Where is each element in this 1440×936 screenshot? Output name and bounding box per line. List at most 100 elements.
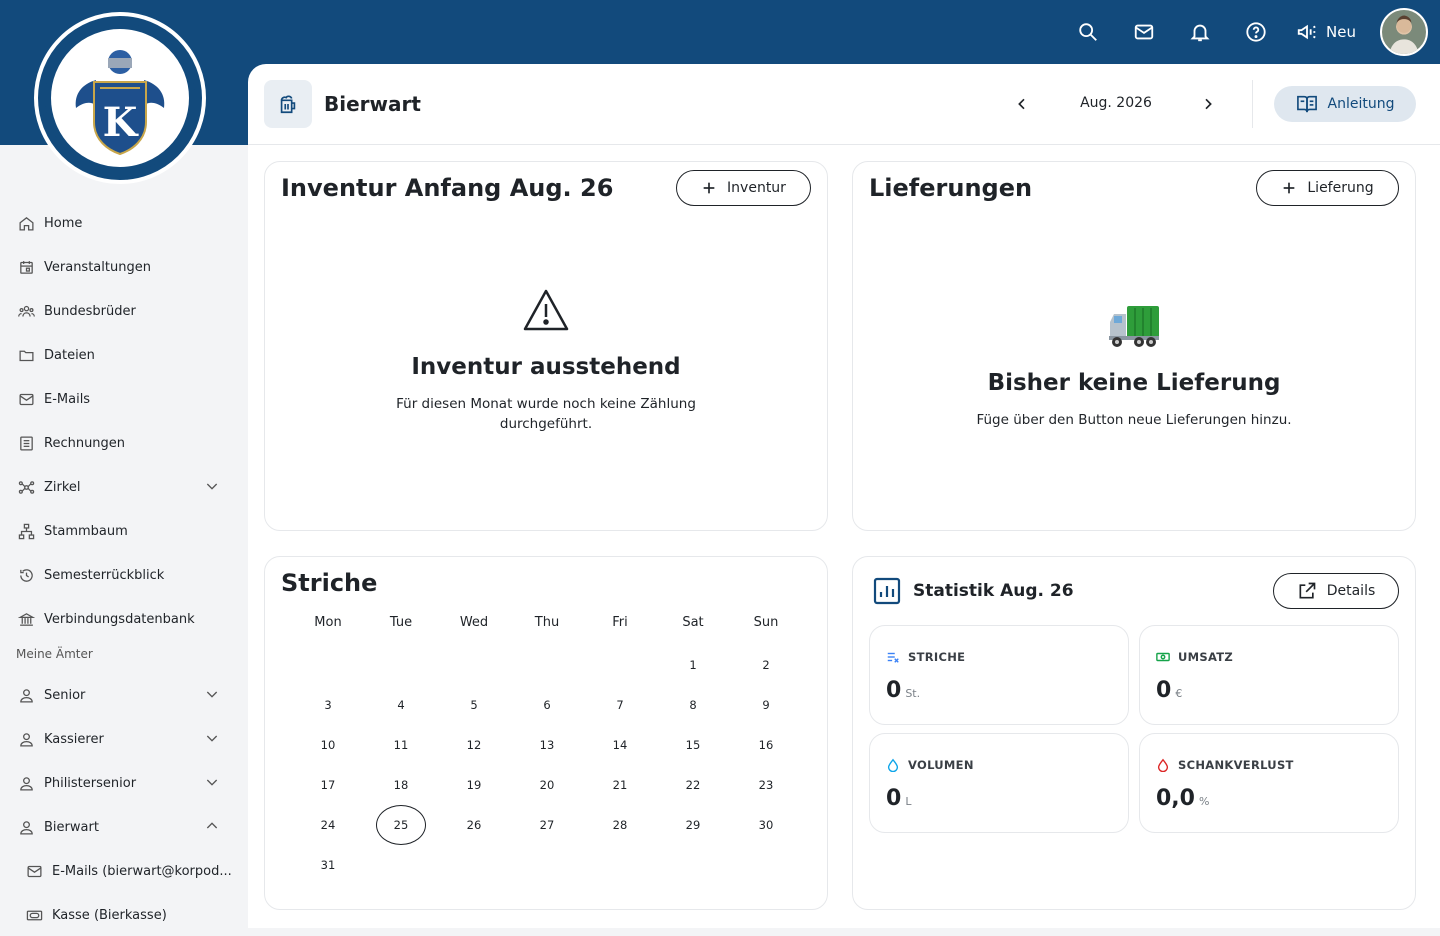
calendar-day[interactable]: 4 — [376, 685, 426, 725]
sidebar-subitem-kasse[interactable]: Kasse (Bierkasse) — [0, 893, 248, 936]
stat-number: 0,0 — [1156, 786, 1195, 811]
stat-card-schankverlust: SCHANKVERLUST 0,0% — [1139, 733, 1399, 833]
calendar-day[interactable]: 31 — [303, 845, 353, 885]
calendar-day[interactable]: 1 — [668, 645, 718, 685]
chevron-down-icon[interactable] — [204, 686, 220, 702]
inventur-empty-text-2: durchgeführt. — [499, 416, 593, 432]
sidebar-item-zirkel[interactable]: Zirkel — [0, 465, 248, 509]
calendar-day[interactable]: 27 — [522, 805, 572, 845]
plus-icon — [1284, 182, 1295, 194]
sidebar-item-label: Semesterrückblick — [44, 567, 165, 583]
tree-icon — [16, 521, 36, 541]
sidebar-item-rechnungen[interactable]: Rechnungen — [0, 421, 248, 465]
chevron-down-icon[interactable] — [204, 478, 220, 494]
calendar-day[interactable]: 3 — [303, 685, 353, 725]
stat-label: SCHANKVERLUST — [1156, 758, 1294, 772]
chevron-down-icon[interactable] — [204, 774, 220, 790]
news-label: Neu — [1326, 23, 1356, 41]
stat-card-umsatz: UMSATZ 0 € — [1139, 625, 1399, 725]
calendar-day[interactable]: 15 — [668, 725, 718, 765]
lieferungen-empty-title: Bisher keine Lieferung — [987, 370, 1281, 396]
droplet-icon — [1157, 758, 1169, 772]
sidebar-item-kassierer[interactable]: Kassierer — [0, 717, 248, 761]
anleitung-label: Anleitung — [1327, 96, 1395, 112]
sidebar-item-label: Rechnungen — [44, 435, 126, 451]
sidebar-item-philistersenior[interactable]: Philistersenior — [0, 761, 248, 805]
bell-icon[interactable] — [1172, 0, 1228, 64]
calendar-day[interactable]: 8 — [668, 685, 718, 725]
calendar-day[interactable]: 30 — [741, 805, 791, 845]
money-icon — [1156, 652, 1170, 662]
stat-number: 0 — [886, 678, 902, 703]
user-icon — [16, 817, 36, 837]
calendar-day[interactable]: 6 — [522, 685, 572, 725]
calendar-day[interactable]: 9 — [741, 685, 791, 725]
add-lieferung-button[interactable]: Lieferung — [1256, 170, 1399, 206]
weekday-header: Tue — [389, 615, 413, 630]
avatar[interactable] — [1380, 8, 1428, 56]
calendar-day[interactable]: 17 — [303, 765, 353, 805]
calendar-day[interactable]: 16 — [741, 725, 791, 765]
calendar-day[interactable]: 14 — [595, 725, 645, 765]
anleitung-button[interactable]: Anleitung — [1274, 86, 1416, 122]
plus-icon — [703, 182, 715, 194]
sidebar-item-verbindungsdatenbank[interactable]: Verbindungsdatenbank — [0, 597, 248, 641]
mail-icon[interactable] — [1116, 0, 1172, 64]
calendar-day[interactable]: 22 — [668, 765, 718, 805]
details-button[interactable]: Details — [1273, 573, 1399, 609]
calendar-day[interactable]: 21 — [595, 765, 645, 805]
news-button[interactable]: Neu — [1284, 0, 1380, 64]
calendar-day[interactable]: 28 — [595, 805, 645, 845]
sidebar-item-bundesbrueder[interactable]: Bundesbrüder — [0, 289, 248, 333]
calendar-day[interactable]: 29 — [668, 805, 718, 845]
home-icon — [16, 213, 36, 233]
sidebar-item-label: Kassierer — [44, 731, 104, 747]
truck-icon — [1109, 306, 1159, 347]
droplet-icon — [887, 758, 899, 772]
calendar-day[interactable]: 7 — [595, 685, 645, 725]
stat-label: STRICHE — [886, 650, 965, 664]
calendar-day[interactable]: 26 — [449, 805, 499, 845]
calendar-day[interactable]: 10 — [303, 725, 353, 765]
sidebar-item-stammbaum[interactable]: Stammbaum — [0, 509, 248, 553]
calendar-day[interactable]: 5 — [449, 685, 499, 725]
add-inventur-button[interactable]: Inventur — [676, 170, 811, 206]
calendar-day[interactable]: 18 — [376, 765, 426, 805]
add-lieferung-label: Lieferung — [1307, 180, 1374, 196]
calendar-day[interactable]: 2 — [741, 645, 791, 685]
logo[interactable]: K — [34, 12, 206, 184]
calendar-day[interactable]: 23 — [741, 765, 791, 805]
calendar-day[interactable]: 12 — [449, 725, 499, 765]
calendar-day[interactable]: 20 — [522, 765, 572, 805]
search-icon[interactable] — [1060, 0, 1116, 64]
sidebar-item-label: Philistersenior — [44, 775, 137, 791]
stat-number: 0 — [1156, 678, 1172, 703]
calendar-day-today[interactable]: 25 — [376, 805, 426, 845]
prev-month-button[interactable] — [1010, 92, 1034, 116]
section-meine-aemter: Meine Ämter — [16, 647, 93, 661]
help-icon[interactable] — [1228, 0, 1284, 64]
calendar-day[interactable]: 19 — [449, 765, 499, 805]
weekday-header: Sun — [753, 615, 779, 630]
crest-icon: K — [75, 50, 165, 156]
sidebar-item-dateien[interactable]: Dateien — [0, 333, 248, 377]
lieferungen-title: Lieferungen — [869, 174, 1033, 202]
chevron-up-icon[interactable] — [204, 818, 220, 834]
next-month-button[interactable] — [1196, 92, 1220, 116]
invoice-icon — [16, 433, 36, 453]
weekday-header: Fri — [612, 615, 628, 630]
chevron-left-icon — [1018, 98, 1025, 110]
calendar-day[interactable]: 24 — [303, 805, 353, 845]
sidebar-item-bierwart[interactable]: Bierwart — [0, 805, 248, 849]
chevron-down-icon[interactable] — [204, 730, 220, 746]
calendar-day[interactable]: 11 — [376, 725, 426, 765]
sidebar-item-semesterrueckblick[interactable]: Semesterrückblick — [0, 553, 248, 597]
sidebar-item-veranstaltungen[interactable]: Veranstaltungen — [0, 245, 248, 289]
calendar-day[interactable]: 13 — [522, 725, 572, 765]
stat-label-text: UMSATZ — [1178, 650, 1234, 664]
sidebar-item-emails[interactable]: E-Mails — [0, 377, 248, 421]
network-icon — [16, 477, 36, 497]
sidebar-item-senior[interactable]: Senior — [0, 673, 248, 717]
sidebar-subitem-emails-bierwart[interactable]: E-Mails (bierwart@korpod... — [0, 849, 248, 893]
sidebar-item-home[interactable]: Home — [0, 201, 248, 245]
